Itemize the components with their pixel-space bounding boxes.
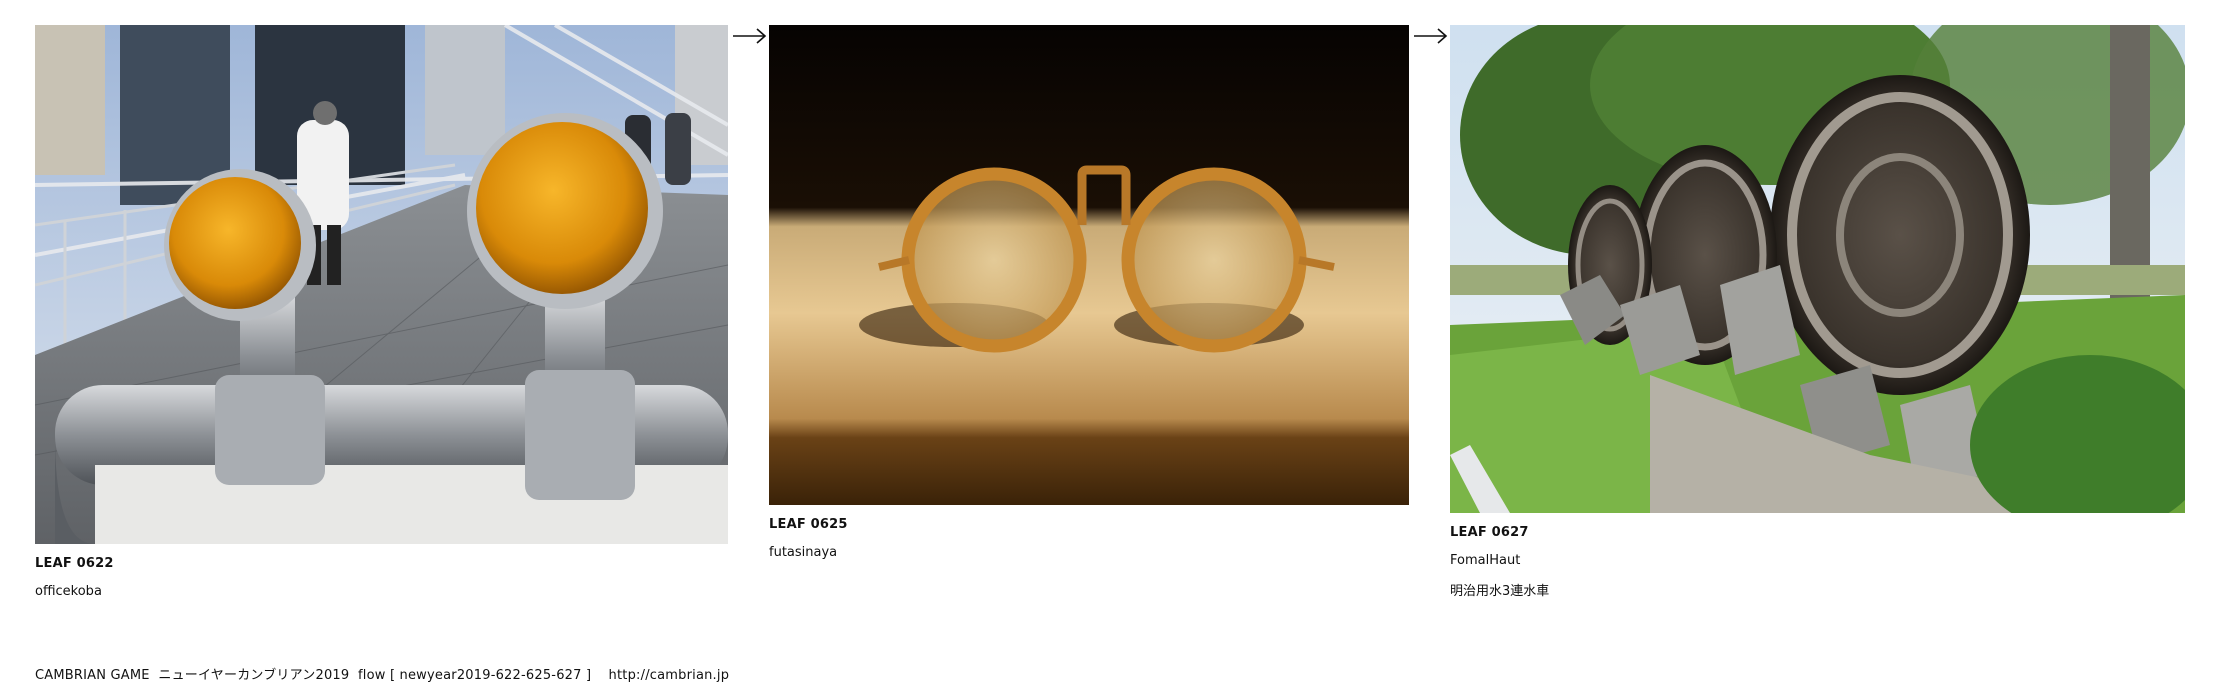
- arrow-right-icon: [733, 28, 767, 44]
- leaf-card-0627: LEAF 0627 FomalHaut 明治用水3連水車: [1450, 25, 2185, 599]
- footer-text: CAMBRIAN GAME ニューイヤーカンブリアン2019 flow [ ne…: [35, 668, 730, 683]
- arrow-right-icon: [1414, 28, 1448, 44]
- leaf-id: LEAF 0622: [35, 556, 114, 571]
- leaf-card-0625: LEAF 0625 futasinaya: [769, 25, 1409, 560]
- leaf-author[interactable]: futasinaya: [769, 545, 1409, 560]
- water-wheels-photo[interactable]: [1450, 25, 2185, 513]
- leaf-title: 明治用水3連水車: [1450, 584, 1550, 599]
- leaf-author[interactable]: FomalHaut: [1450, 553, 2185, 568]
- leaf-author[interactable]: officekoba: [35, 584, 728, 599]
- leaf-id: LEAF 0625: [769, 517, 848, 532]
- reflectors-photo[interactable]: [35, 25, 728, 544]
- leaf-card-0622: LEAF 0622 officekoba: [35, 25, 728, 599]
- glasses-photo[interactable]: [769, 25, 1409, 505]
- leaf-id: LEAF 0627: [1450, 525, 1529, 540]
